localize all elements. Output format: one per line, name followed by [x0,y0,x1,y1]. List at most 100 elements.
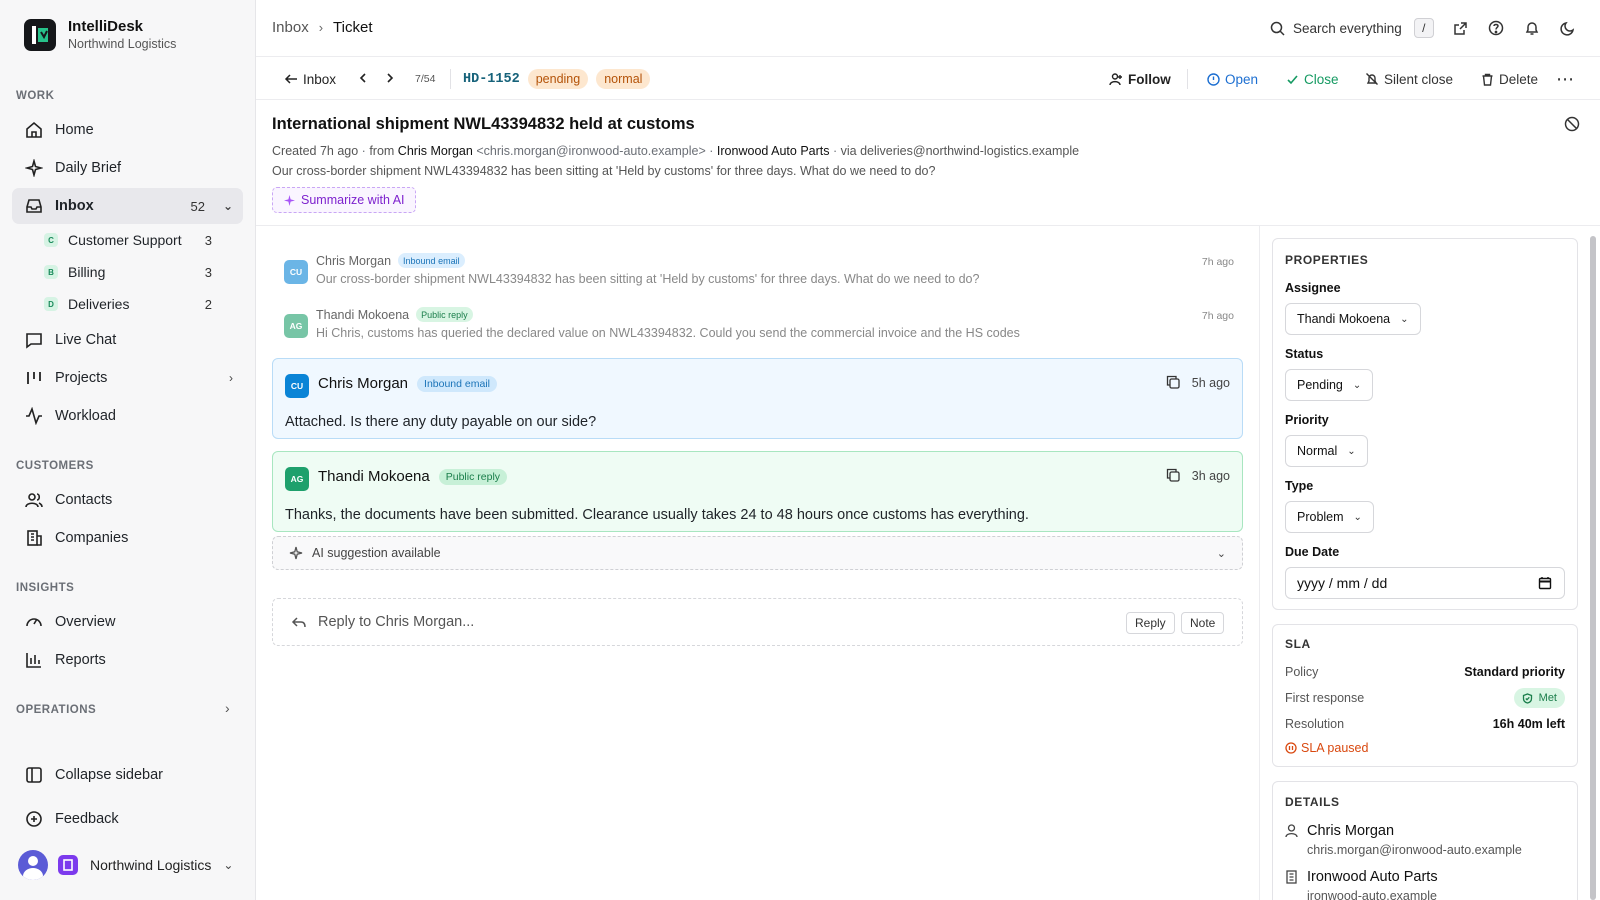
arrow-left-icon [284,72,298,86]
collapsed-message[interactable]: AG Thandi Mokoena Public reply Hi Chris, … [284,304,1234,348]
building-icon [1285,870,1298,887]
calendar-icon[interactable] [1538,576,1552,593]
requester-email: <chris.morgan@ironwood-auto.example> [476,144,706,158]
message-time: 3h ago [1191,469,1230,483]
intellidesk-logo-icon [24,18,56,51]
collapse-sidebar-label: Collapse sidebar [55,767,164,783]
copy-icon[interactable] [1166,468,1180,485]
breadcrumb-inbox[interactable]: Inbox [272,19,309,36]
nav-inbox[interactable]: Inbox 52 ⌄ [12,188,243,224]
plus-circle-icon [24,809,44,829]
chevron-right-icon: › [318,20,324,35]
avatar[interactable] [18,850,48,880]
external-link-icon[interactable] [1450,18,1470,38]
help-icon[interactable] [1486,18,1506,38]
nav-overview-label: Overview [55,614,116,630]
section-insights-label: INSIGHTS [16,582,75,594]
nav-workload-label: Workload [55,408,116,424]
sla-resolution-row: Resolution 16h 40m left [1285,717,1565,731]
search-trigger[interactable]: Search everything / [1270,18,1434,38]
nav-live-chat[interactable]: Live Chat [12,322,243,358]
nav-projects[interactable]: Projects › [12,360,243,396]
divider [450,69,451,89]
chevron-down-icon[interactable]: ⌄ [223,199,233,213]
panel-scrollbar[interactable] [1590,236,1596,900]
due-date-label: Due Date [1285,545,1340,559]
collapsed-message[interactable]: CU Chris Morgan Inbound email Our cross-b… [284,250,1234,294]
nav-daily-brief[interactable]: Daily Brief [12,150,243,186]
inbox-child-billing[interactable]: B Billing 3 [44,258,224,286]
collapse-sidebar-button[interactable]: Collapse sidebar [12,757,243,793]
requester-name[interactable]: Chris Morgan [398,144,473,158]
close-button[interactable]: Close [1286,57,1339,101]
chevron-down-icon: ⌄ [1347,445,1356,457]
due-date-input[interactable]: yyyy / mm / dd [1285,567,1565,599]
open-button[interactable]: Open [1207,57,1258,101]
bell-icon[interactable] [1522,18,1542,38]
requester-company[interactable]: Ironwood Auto Parts [717,144,830,158]
sparkles-icon [283,194,296,207]
sla-paused-indicator: SLA paused [1285,741,1368,755]
ticket-toolbar: Inbox 7/54 HD-1152 pending normal Follow… [256,56,1600,100]
reply-composer[interactable]: Reply to Chris Morgan... Reply Note [272,598,1243,646]
delete-button[interactable]: Delete [1481,57,1538,101]
inbox-child-deliveries[interactable]: D Deliveries 2 [44,290,224,318]
copy-icon[interactable] [1166,375,1180,392]
section-work-label: WORK [16,90,55,102]
queue-badge: B [44,265,58,279]
search-label: Search everything [1293,20,1402,36]
top-bar: Inbox › Ticket Search everything / [256,0,1600,56]
avatar: CU [285,374,309,398]
summarize-with-ai-button[interactable]: Summarize with AI [272,187,416,213]
chevron-right-icon[interactable]: › [225,700,230,716]
status-label: Status [1285,347,1324,361]
nav-companies[interactable]: Companies [12,520,243,556]
check-icon [1286,73,1299,86]
ticket-header-id: HD-1152 pending normal [463,57,651,101]
queue-badge: D [44,297,58,311]
inbox-count: 52 [190,198,205,214]
inbox-child-customer-support[interactable]: C Customer Support 3 [44,226,224,254]
ai-suggestion-toggle[interactable]: AI suggestion available ⌄ [272,536,1243,570]
nav-reports[interactable]: Reports [12,642,243,678]
follow-button[interactable]: Follow [1109,57,1171,101]
note-mode-button[interactable]: Note [1181,612,1225,634]
more-options-button[interactable]: ⋯ [1556,57,1574,101]
silent-close-button[interactable]: Silent close [1365,57,1453,101]
message-time: 7h ago [1201,310,1234,322]
workspace-switcher[interactable]: Northwind Logistics ⌄ [18,850,238,880]
previous-ticket-button[interactable] [357,57,369,101]
properties-panel: PROPERTIES Assignee Thandi Mokoena ⌄ Stat… [1272,238,1578,610]
follow-label: Follow [1128,71,1171,87]
silent-close-label: Silent close [1384,71,1454,87]
sla-title: SLA [1285,637,1311,651]
feedback-button[interactable]: Feedback [12,801,243,837]
sla-first-response-label: First response [1285,691,1365,705]
reply-mode-button[interactable]: Reply [1126,612,1175,634]
summarize-label: Summarize with AI [301,193,405,207]
status-select[interactable]: Pending ⌄ [1285,369,1374,401]
brand[interactable]: IntelliDesk Northwind Logistics [24,18,176,51]
type-select[interactable]: Problem ⌄ [1285,501,1374,533]
reply-placeholder[interactable]: Reply to Chris Morgan... [318,614,474,630]
assignee-select[interactable]: Thandi Mokoena ⌄ [1285,303,1421,335]
nav-workload[interactable]: Workload [12,398,243,434]
ban-icon[interactable] [1564,116,1580,135]
gauge-icon [24,612,44,632]
moon-icon[interactable] [1558,18,1578,38]
search-shortcut: / [1413,18,1434,38]
kanban-icon [24,368,44,388]
nav-home[interactable]: Home [12,112,243,148]
due-date-placeholder: yyyy / mm / dd [1297,575,1388,591]
chevron-right-icon[interactable]: › [229,371,233,385]
nav-overview[interactable]: Overview [12,604,243,640]
company-name: Ironwood Auto Parts [1307,869,1438,885]
next-ticket-button[interactable] [384,57,396,101]
priority-select[interactable]: Normal ⌄ [1285,435,1368,467]
from-prefix: from [369,144,395,158]
back-to-inbox-button[interactable]: Inbox [284,57,336,101]
sla-first-response-value: Met [1538,692,1557,704]
section-customers-label: CUSTOMERS [16,460,94,472]
bell-off-icon [1365,72,1379,86]
nav-contacts[interactable]: Contacts [12,482,243,518]
